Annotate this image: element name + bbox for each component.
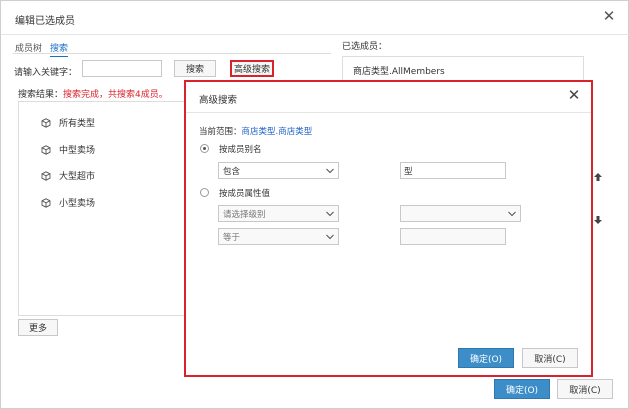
list-item-label: 所有类型 bbox=[59, 119, 96, 129]
list-item[interactable]: 所有类型 bbox=[41, 116, 95, 129]
tab-underline bbox=[13, 53, 331, 54]
list-item[interactable]: 中型卖场 bbox=[41, 143, 95, 156]
list-item-label: 大型超市 bbox=[59, 172, 96, 182]
chevron-down-icon bbox=[326, 168, 334, 174]
search-result-label: 搜索结果：搜索完成，共搜索4成员。 bbox=[18, 87, 168, 100]
attribute-value-input[interactable] bbox=[400, 228, 506, 245]
more-button[interactable]: 更多 bbox=[18, 319, 58, 336]
tab-search[interactable]: 搜索 bbox=[50, 41, 69, 57]
list-item-label: 小型卖场 bbox=[59, 199, 96, 209]
cancel-button[interactable]: 取消(C) bbox=[522, 348, 578, 368]
chevron-down-icon bbox=[326, 234, 334, 240]
move-up-icon[interactable] bbox=[593, 172, 603, 182]
chevron-down-icon bbox=[326, 211, 334, 217]
list-item[interactable]: 商店类型.AllMembers bbox=[353, 64, 445, 77]
alias-condition-value: 包含 bbox=[223, 166, 241, 177]
cube-icon bbox=[41, 197, 51, 208]
attribute-condition-value: 等于 bbox=[223, 232, 241, 243]
attribute-select[interactable] bbox=[400, 205, 521, 222]
tab-bar: 成员树 搜索 bbox=[15, 41, 69, 57]
scope-label: 当前范围： bbox=[199, 127, 242, 137]
result-status: 搜索完成，共搜索4成员。 bbox=[63, 90, 168, 100]
radio-by-alias-label: 按成员别名 bbox=[219, 145, 262, 155]
list-item-label: 中型卖场 bbox=[59, 146, 96, 156]
advanced-search-button[interactable]: 高级搜索 bbox=[230, 60, 274, 77]
modal-title: 高级搜索 bbox=[199, 95, 238, 106]
cube-icon bbox=[41, 117, 51, 128]
move-down-icon[interactable] bbox=[593, 215, 603, 225]
cube-icon bbox=[41, 170, 51, 181]
level-select-placeholder: 请选择级别 bbox=[223, 209, 266, 220]
radio-by-attribute-label: 按成员属性值 bbox=[219, 189, 271, 199]
cancel-button[interactable]: 取消(C) bbox=[557, 379, 613, 399]
keyword-input[interactable] bbox=[82, 60, 162, 77]
list-item[interactable]: 小型卖场 bbox=[41, 196, 95, 209]
cube-icon bbox=[41, 144, 51, 155]
modal-divider bbox=[186, 112, 591, 113]
keyword-label: 请输入关键字： bbox=[14, 68, 78, 78]
title-divider bbox=[1, 34, 629, 35]
alias-value-input[interactable]: 型 bbox=[400, 162, 506, 179]
current-scope: 当前范围：商店类型.商店类型 bbox=[199, 125, 312, 137]
ok-button[interactable]: 确定(O) bbox=[494, 379, 550, 399]
list-item[interactable]: 大型超市 bbox=[41, 169, 95, 182]
tab-member-tree[interactable]: 成员树 bbox=[15, 41, 42, 57]
search-button[interactable]: 搜索 bbox=[174, 60, 216, 77]
alias-condition-select[interactable]: 包含 bbox=[218, 162, 339, 179]
ok-button[interactable]: 确定(O) bbox=[458, 348, 514, 368]
attribute-condition-select[interactable]: 等于 bbox=[218, 228, 339, 245]
level-select[interactable]: 请选择级别 bbox=[218, 205, 339, 222]
advanced-search-modal: 高级搜索 ✕ 当前范围：商店类型.商店类型 按成员别名 包含 型 按成员属性值 … bbox=[184, 80, 593, 377]
radio-by-attribute[interactable] bbox=[200, 188, 209, 197]
close-icon[interactable]: ✕ bbox=[567, 88, 581, 103]
radio-by-alias[interactable] bbox=[200, 144, 209, 153]
result-prefix: 搜索结果： bbox=[18, 90, 64, 100]
scope-value: 商店类型.商店类型 bbox=[241, 127, 313, 137]
close-icon[interactable]: ✕ bbox=[602, 9, 616, 24]
dialog-title: 编辑已选成员 bbox=[15, 16, 75, 27]
chevron-down-icon bbox=[508, 211, 516, 217]
selected-members-label: 已选成员： bbox=[342, 42, 388, 52]
